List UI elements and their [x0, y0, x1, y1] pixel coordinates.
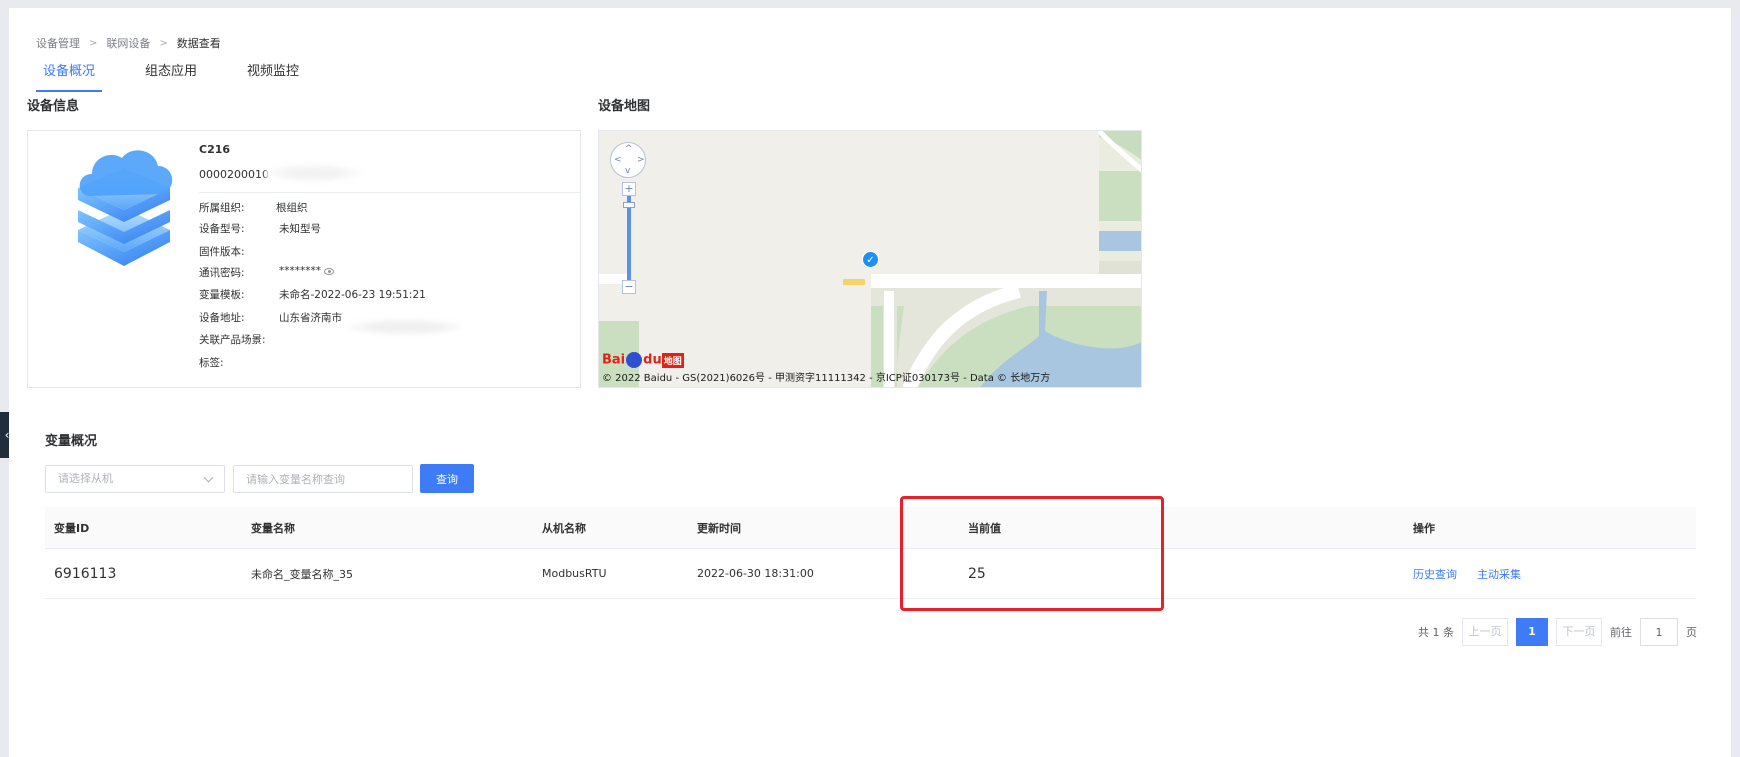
info-label: 设备地址:	[199, 312, 245, 324]
map-pan-control[interactable]: ^ < > v	[610, 142, 646, 178]
tab-video-monitoring[interactable]: 视频监控	[240, 60, 306, 92]
device-name: C216	[199, 143, 231, 156]
chevron-right-icon: >	[89, 37, 98, 49]
map-copyright: © 2022 Baidu - GS(2021)6026号 - 甲测资字11111…	[602, 373, 1051, 384]
zoom-in-button[interactable]: +	[622, 182, 636, 196]
pagination: 共 1 条 上一页 1 下一页 前往 页	[1410, 618, 1697, 646]
device-map-title: 设备地图	[598, 99, 651, 114]
info-row-tags: 标签:	[199, 355, 224, 370]
highlight-annotation-box	[900, 496, 1164, 611]
info-value: 未命名-2022-06-23 19:51:21	[279, 289, 426, 301]
info-label: 变量模板:	[199, 289, 245, 301]
history-query-link[interactable]: 历史查询	[1413, 566, 1457, 582]
page-unit-label: 页	[1686, 626, 1697, 639]
column-header-time: 更新时间	[697, 521, 741, 535]
breadcrumb: 设备管理 > 联网设备 > 数据查看	[36, 35, 221, 51]
info-label: 关联产品场景:	[199, 334, 266, 346]
chevron-down-icon	[203, 472, 214, 483]
zoom-slider-handle[interactable]	[623, 202, 635, 208]
query-button[interactable]: 查询	[420, 464, 474, 493]
info-row-organization: 所属组织: 根组织	[199, 200, 308, 215]
breadcrumb-item-connected-devices[interactable]: 联网设备	[106, 35, 150, 51]
column-header-id: 变量ID	[54, 521, 90, 535]
cell-slave-name: ModbusRTU	[542, 567, 607, 580]
tab-bar: 设备概况 组态应用 视频监控	[36, 60, 342, 92]
device-code: 0000200010	[199, 168, 269, 181]
info-label: 设备型号:	[199, 223, 245, 235]
chevron-right-icon: >	[159, 37, 168, 49]
goto-label: 前往	[1610, 626, 1632, 639]
info-row-address: 设备地址: 山东省济南市	[199, 310, 342, 325]
info-value: ********	[279, 265, 321, 277]
map-zoom-control: + −	[622, 182, 636, 294]
zoom-out-button[interactable]: −	[622, 280, 636, 294]
info-value: 根组织	[276, 202, 308, 214]
logo-text: Bai	[602, 352, 626, 368]
info-label: 所属组织:	[199, 202, 245, 214]
eye-icon[interactable]	[324, 267, 334, 275]
info-row-product-scene: 关联产品场景:	[199, 332, 266, 347]
cell-variable-name: 未命名_变量名称_35	[251, 567, 353, 581]
variables-title: 变量概况	[45, 434, 98, 449]
cell-update-time: 2022-06-30 18:31:00	[697, 567, 814, 580]
active-collect-link[interactable]: 主动采集	[1477, 566, 1521, 582]
device-map[interactable]: ✓ ^ < > v + − Bai du 地图 © 2022 Baidu - GS(…	[598, 130, 1142, 388]
tab-configuration-app[interactable]: 组态应用	[138, 60, 204, 92]
tab-device-overview[interactable]: 设备概况	[36, 60, 103, 92]
info-label: 固件版本:	[199, 246, 245, 258]
page-content: 设备管理 > 联网设备 > 数据查看 设备概况 组态应用 视频监控 设备信息 设…	[9, 8, 1731, 757]
info-row-password: 通讯密码: ********	[199, 265, 334, 280]
info-value: 未知型号	[279, 223, 321, 235]
info-row-firmware: 固件版本:	[199, 244, 245, 259]
info-label: 通讯密码:	[199, 267, 245, 279]
cell-variable-id: 6916113	[54, 565, 117, 582]
info-value: 山东省济南市	[279, 312, 342, 324]
variable-search-input[interactable]	[233, 465, 413, 493]
column-header-actions: 操作	[1413, 521, 1435, 535]
goto-page-input[interactable]	[1640, 618, 1678, 646]
device-cloud-icon	[78, 150, 173, 266]
password-value-wrap: ********	[279, 265, 334, 277]
redacted-area	[346, 319, 464, 335]
device-info-title: 设备信息	[27, 99, 80, 114]
next-page-button[interactable]: 下一页	[1556, 618, 1602, 646]
baidu-logo: Bai du 地图	[602, 352, 684, 368]
redacted-area	[266, 164, 362, 182]
prev-page-button[interactable]: 上一页	[1462, 618, 1508, 646]
divider	[199, 192, 581, 193]
breadcrumb-item-device-management[interactable]: 设备管理	[36, 35, 80, 51]
cell-actions: 历史查询 主动采集	[1413, 549, 1541, 598]
zoom-track[interactable]	[627, 196, 631, 280]
page-number-1[interactable]: 1	[1516, 618, 1548, 646]
table-header: 变量ID 变量名称 从机名称 更新时间 当前值 操作	[45, 507, 1696, 549]
breadcrumb-item-data-view: 数据查看	[176, 37, 221, 50]
device-info-card: C216 0000200010 所属组织: 根组织 设备型号: 未知型号 固件版…	[27, 130, 581, 388]
logo-map-word: 地图	[661, 352, 684, 368]
column-header-name: 变量名称	[251, 521, 295, 535]
paw-icon	[626, 352, 643, 368]
pagination-total: 共 1 条	[1418, 626, 1454, 639]
logo-text-2: du	[643, 352, 662, 368]
info-label: 标签:	[199, 357, 224, 369]
location-marker-icon[interactable]: ✓	[862, 251, 879, 268]
info-row-model: 设备型号: 未知型号	[199, 221, 321, 236]
variables-table: 变量ID 变量名称 从机名称 更新时间 当前值 操作 6916113 未命名_变…	[45, 507, 1696, 599]
slave-select-placeholder: 请选择从机	[58, 472, 113, 485]
slave-select[interactable]: 请选择从机	[45, 465, 225, 493]
column-header-slave: 从机名称	[542, 521, 586, 535]
info-row-template: 变量模板: 未命名-2022-06-23 19:51:21	[199, 287, 426, 302]
table-row: 6916113 未命名_变量名称_35 ModbusRTU 2022-06-30…	[45, 549, 1696, 599]
